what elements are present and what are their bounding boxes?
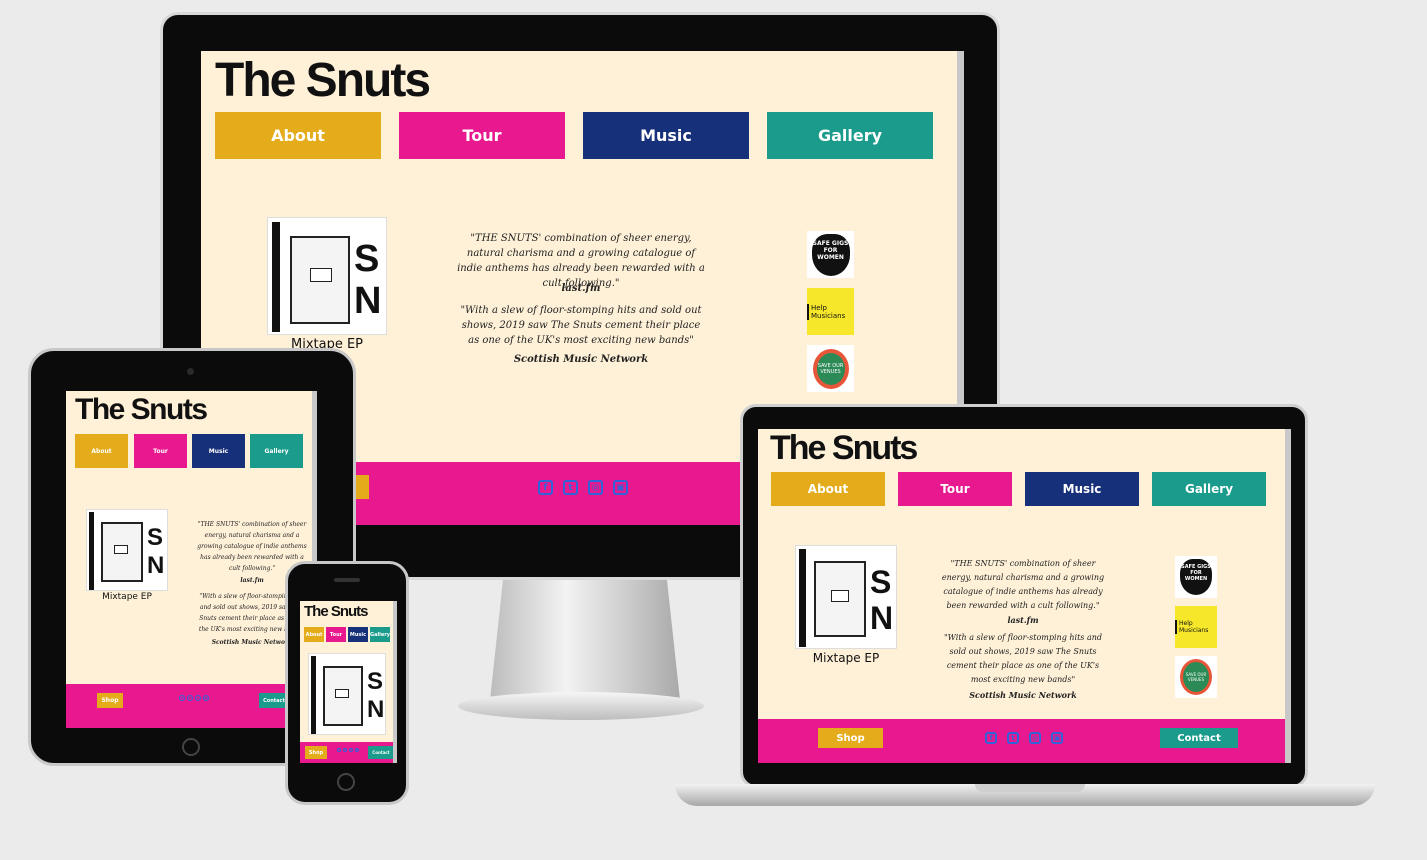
shop-button[interactable]: Shop [305,746,327,759]
tablet-camera [187,368,194,375]
nav-about[interactable]: About [304,627,324,642]
phone-site: The Snuts About Tour Music Gallery SN Sh… [300,601,397,763]
site-title[interactable]: The Snuts [75,393,208,427]
facebook-icon[interactable]: f [538,480,553,495]
laptop-notch [975,784,1085,792]
help-musicians-text: Help Musicians [807,303,854,320]
press-source-1: last.fm [561,283,601,294]
social-links: f t ◎ ▣ [178,695,210,701]
shop-button[interactable]: Shop [97,693,123,708]
help-musicians-text: Help Musicians [1175,620,1217,634]
nav-music[interactable]: Music [1025,472,1139,506]
cover-letters: SN [870,564,894,636]
envelope-icon [114,545,128,554]
scrollbar[interactable] [1285,429,1291,763]
safe-gigs-text: SAFE GIGS FOR WOMEN [1180,559,1212,595]
press-source-2: Scottish Music Network [513,354,649,365]
social-links: f t ◎ ▣ [980,732,1068,744]
cover-letters: SN [147,524,165,579]
press-source-2: Scottish Music Network [969,690,1077,700]
safe-gigs-logo[interactable]: SAFE GIGS FOR WOMEN [807,231,854,278]
release-caption: Mixtape EP [102,592,152,602]
nav-music[interactable]: Music [583,112,749,159]
save-our-venues-text: SAVE OUR VENUES [812,348,849,389]
site-title[interactable]: The Snuts [770,429,918,468]
facebook-icon[interactable]: f [337,748,341,752]
twitter-icon[interactable]: t [343,748,347,752]
contact-button[interactable]: Contact [368,746,394,759]
instagram-icon[interactable]: ◎ [1029,732,1041,744]
mixtape-cover[interactable]: SN [308,653,386,735]
cover-strip [89,512,94,590]
save-our-venues-text: SAVE OUR VENUES [1180,659,1212,695]
mixtape-cover[interactable]: SN [795,545,897,649]
cover-strip [799,549,806,647]
twitter-icon[interactable]: t [187,695,193,701]
site-title[interactable]: The Snuts [215,53,431,108]
tablet-site: The Snuts About Tour Music Gallery SN Mi… [66,391,317,728]
tablet-home-button[interactable] [182,738,200,756]
press-quote-1: "THE SNUTS' combination of sheer energy,… [457,233,705,289]
monitor-stand-neck [490,560,680,700]
site-footer: Shop f t ◎ ▣ Contact [758,719,1291,763]
contact-button[interactable]: Contact [1160,728,1238,748]
photo-icon[interactable]: ▣ [1051,732,1063,744]
envelope-icon [335,689,349,698]
help-musicians-logo[interactable]: Help Musicians [1175,606,1217,648]
nav-about[interactable]: About [75,434,128,468]
safe-gigs-text: SAFE GIGS FOR WOMEN [811,233,850,276]
press-quote-1: "THE SNUTS' combination of sheer energy,… [941,559,1105,610]
monitor-stand-base [458,692,704,720]
cover-strip [272,222,280,332]
phone-speaker [334,578,360,582]
site-title[interactable]: The Snuts [304,603,369,620]
envelope-icon [310,268,332,282]
cover-letters: SN [367,668,385,723]
safe-gigs-logo[interactable]: SAFE GIGS FOR WOMEN [1175,556,1217,598]
facebook-icon[interactable]: f [985,732,997,744]
phone-home-button[interactable] [337,773,355,791]
nav-gallery[interactable]: Gallery [1152,472,1266,506]
social-links: f t ◎ ▣ [336,748,360,752]
release-caption: Mixtape EP [812,651,880,665]
help-musicians-logo[interactable]: Help Musicians [807,288,854,335]
save-our-venues-logo[interactable]: SAVE OUR VENUES [807,345,854,392]
social-links: f t ◎ ▣ [533,480,633,495]
twitter-icon[interactable]: t [1007,732,1019,744]
laptop-site: The Snuts About Tour Music Gallery SN Mi… [758,429,1291,763]
site-footer: Shop f t ◎ ▣ Contact [300,742,397,763]
save-our-venues-logo[interactable]: SAVE OUR VENUES [1175,656,1217,698]
photo-icon[interactable]: ▣ [203,695,209,701]
twitter-icon[interactable]: t [563,480,578,495]
press-source-1: last.fm [1007,615,1039,625]
cover-letters: SN [354,238,382,322]
mixtape-cover[interactable]: SN [267,217,387,335]
nav-music[interactable]: Music [192,434,245,468]
nav-gallery[interactable]: Gallery [767,112,933,159]
nav-gallery[interactable]: Gallery [250,434,303,468]
nav-about[interactable]: About [215,112,381,159]
nav-about[interactable]: About [771,472,885,506]
nav-tour[interactable]: Tour [898,472,1012,506]
nav-tour[interactable]: Tour [326,627,346,642]
nav-tour[interactable]: Tour [399,112,565,159]
photo-icon[interactable]: ▣ [613,480,628,495]
nav-tour[interactable]: Tour [134,434,187,468]
press-quote-2: "With a slew of floor-stomping hits and … [460,305,702,346]
envelope-icon [831,590,849,602]
site-footer: Shop f t ◎ ▣ Contact [66,684,317,728]
instagram-icon[interactable]: ◎ [349,748,353,752]
facebook-icon[interactable]: f [179,695,185,701]
instagram-icon[interactable]: ◎ [195,695,201,701]
mixtape-cover[interactable]: SN [86,509,168,591]
cover-strip [311,656,316,734]
instagram-icon[interactable]: ◎ [588,480,603,495]
nav-music[interactable]: Music [348,627,368,642]
shop-button[interactable]: Shop [818,728,883,748]
photo-icon[interactable]: ▣ [355,748,359,752]
nav-gallery[interactable]: Gallery [370,627,390,642]
scrollbar[interactable] [393,601,397,763]
press-quote-2: "With a slew of floor-stomping hits and … [944,633,1102,684]
